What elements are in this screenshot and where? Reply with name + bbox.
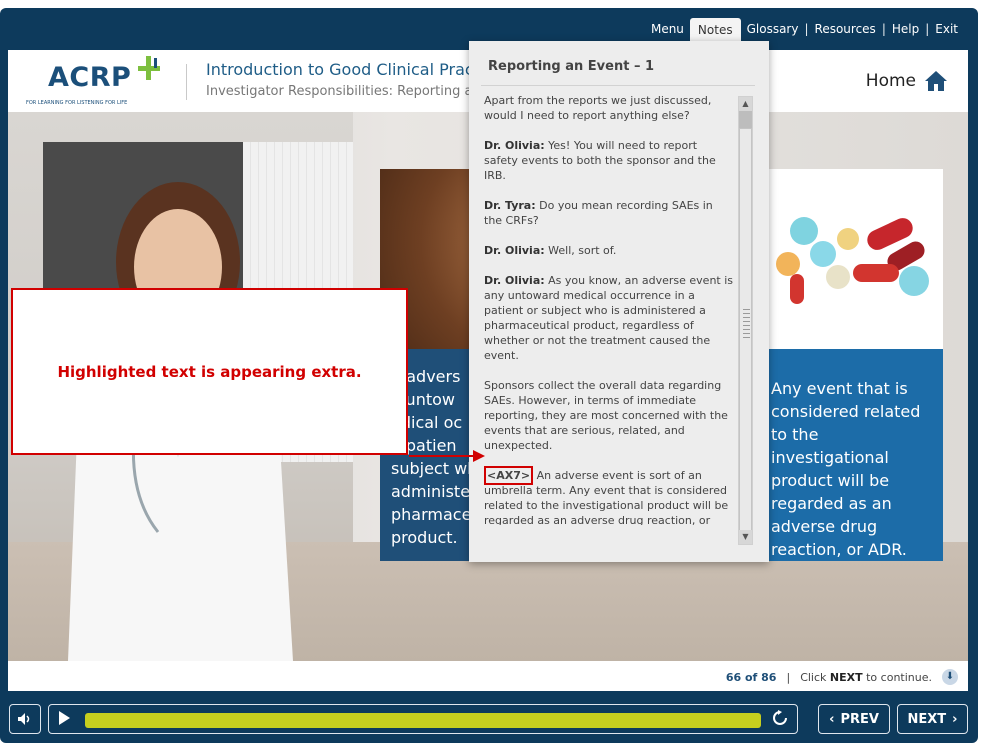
nav-glossary[interactable]: Glossary [741,18,805,40]
logo-tagline: FOR LEARNING FOR LISTENING FOR LIFE [26,100,128,106]
continue-prefix: Click [800,670,830,684]
pills-icon [776,217,929,304]
notes-paragraph: Dr. Olivia: As you know, an adverse even… [484,273,734,363]
callout-text: Highlighted text is appearing extra. [57,362,362,381]
scroll-down-arrow-icon[interactable]: ▼ [739,530,752,544]
highlighted-tag: <AX7> [484,466,534,485]
nav-separator: | [925,22,930,36]
notes-paragraph: Sponsors collect the overall data regard… [484,378,734,453]
continue-hint: Click NEXT to continue. [800,671,932,684]
notes-text: Well, sort of. [544,244,617,257]
notes-text: Apart from the reports we just discussed… [484,94,712,122]
volume-button[interactable] [9,704,41,734]
notes-paragraph: <AX7> An adverse event is sort of an umb… [484,466,734,525]
speaker-name: Dr. Olivia: [484,274,545,287]
chevron-right-icon: › [952,711,958,727]
logo-cross-icon [138,56,160,80]
notes-scrollbar[interactable]: ▲ ▼ [738,96,753,545]
nav-help[interactable]: Help [886,18,925,40]
notes-panel: Reporting an Event – 1 Apart from the re… [469,41,769,562]
notes-text: As you know, an adverse event is any unt… [484,274,734,362]
slide-footer: 66 of 86 | Click NEXT to continue. ⬇ [8,661,968,691]
nav-notes[interactable]: Notes [689,18,741,42]
notes-paragraph: Dr. Tyra: Do you mean recording SAEs in … [484,198,734,228]
media-player-bar [48,704,798,734]
next-button[interactable]: NEXT › [897,704,968,734]
notes-paragraph: Dr. Olivia: Well, sort of. [484,243,734,258]
prev-label: PREV [840,711,879,727]
notes-transcript: Apart from the reports we just discussed… [484,93,734,525]
info-card-right: Any event that is considered related to … [768,169,943,561]
notes-text: Sponsors collect the overall data regard… [484,379,728,452]
annotation-callout: Highlighted text is appearing extra. [11,288,408,455]
logo-wordmark: ACRP [48,62,132,93]
scroll-grip-icon [743,309,750,339]
player-frame: Menu Notes Glossary | Resources | Help |… [0,8,978,743]
continue-suffix: to continue. [862,670,932,684]
player-controls: ‹ PREV NEXT › [0,698,978,742]
home-label: Home [865,71,916,91]
prev-button[interactable]: ‹ PREV [818,704,890,734]
nav-separator: | [881,22,886,36]
top-navigation: Menu Notes Glossary | Resources | Help |… [645,18,964,42]
speaker-name: Dr. Olivia: [484,139,545,152]
page-counter: 66 of 86 [725,670,777,684]
course-title: Introduction to Good Clinical Pract [206,60,480,79]
nav-menu[interactable]: Menu [645,18,690,40]
nav-separator: | [804,22,809,36]
acrp-logo: ACRP FOR LEARNING FOR LISTENING FOR LIFE [24,54,174,108]
nav-exit[interactable]: Exit [929,18,964,40]
notes-divider [481,85,755,86]
nav-resources[interactable]: Resources [809,18,882,40]
notes-paragraph: Dr. Olivia: Yes! You will need to report… [484,138,734,183]
home-icon [925,71,947,91]
course-subtitle: Investigator Responsibilities: Reporting… [206,84,473,99]
speaker-name: Dr. Tyra: [484,199,536,212]
footer-separator: | [786,670,791,684]
card-right-text: Any event that is considered related to … [771,379,921,559]
scroll-up-arrow-icon[interactable]: ▲ [739,97,752,111]
scroll-thumb[interactable] [739,128,752,531]
home-button[interactable]: Home [866,70,948,92]
replay-icon[interactable] [771,710,789,728]
next-label: NEXT [907,711,947,727]
play-icon[interactable] [57,710,75,728]
speaker-name: Dr. Olivia: [484,244,545,257]
chevron-left-icon: ‹ [829,711,835,727]
page-progress: 66 of 86 | Click NEXT to continue. ⬇ [726,669,958,685]
notes-title: Reporting an Event – 1 [488,59,655,74]
download-arrow-icon[interactable]: ⬇ [942,669,958,685]
notes-paragraph: Apart from the reports we just discussed… [484,93,734,123]
pills-image [768,169,943,349]
header-divider [186,64,187,100]
callout-arrow-icon [409,450,485,462]
speaker-icon [18,713,30,725]
seek-bar[interactable] [85,713,761,728]
continue-next-word: NEXT [829,670,863,684]
